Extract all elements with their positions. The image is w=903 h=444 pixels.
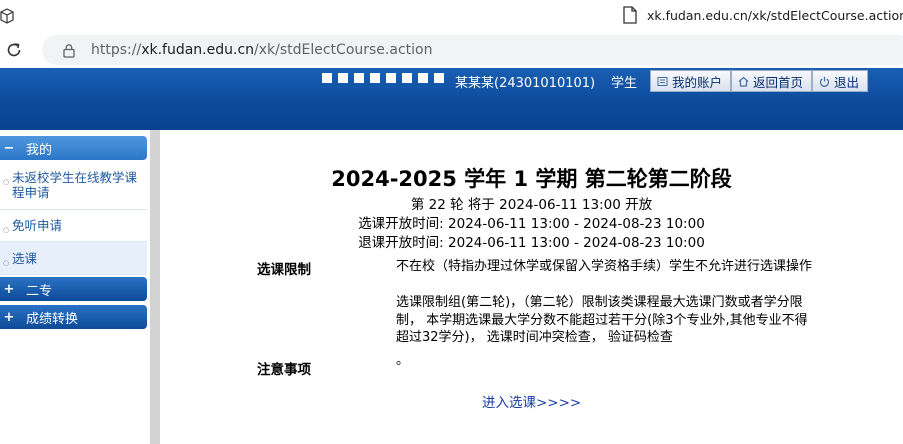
drop-open-time: 退课开放时间: 2024-06-11 13:00 - 2024-08-23 10… bbox=[358, 235, 705, 251]
home-icon bbox=[738, 76, 749, 87]
app-window-icon bbox=[0, 8, 14, 24]
url-path: /xk/stdElectCourse.action bbox=[254, 42, 433, 58]
user-role: 学生 bbox=[611, 76, 638, 91]
sidebar: − 我的 ○ 未返校学生在线教学课程申请 ○ 免听申请 ○ 选课 + 二专 + … bbox=[0, 130, 160, 444]
bullet-icon: ○ bbox=[3, 178, 10, 186]
return-home-label: 返回首页 bbox=[753, 74, 804, 90]
sidebar-item-exemption-application[interactable]: ○ 免听申请 bbox=[0, 210, 147, 242]
url-prefix: https:// bbox=[91, 42, 142, 58]
address-bar-row: https://xk.fudan.edu.cn/xk/stdElectCours… bbox=[0, 32, 903, 68]
sidebar-item-online-course-application[interactable]: ○ 未返校学生在线教学课程申请 bbox=[0, 162, 147, 210]
logout-label: 退出 bbox=[834, 74, 860, 90]
restriction-label: 选课限制 bbox=[257, 262, 311, 278]
url-host: xk.fudan.edu.cn bbox=[141, 42, 255, 58]
page-title: 2024-2025 学年 1 学期 第二轮第二阶段 bbox=[331, 167, 732, 191]
enter-course-selection-link[interactable]: 进入选课>>>> bbox=[482, 391, 581, 411]
sidebar-divider bbox=[150, 130, 160, 444]
round-info: 第 22 轮 将于 2024-06-11 13:00 开放 bbox=[410, 197, 653, 213]
bullet-icon: ○ bbox=[3, 226, 10, 234]
restriction-text-2: 选课限制组(第二轮)，（第二轮）限制该类课程最大选课门数或者学分限制， 本学期选… bbox=[396, 295, 808, 345]
tab-title: xk.fudan.edu.cn/xk/stdElectCourse.action bbox=[647, 8, 903, 23]
url-text[interactable]: https://xk.fudan.edu.cn/xk/stdElectCours… bbox=[91, 42, 432, 58]
document-icon bbox=[623, 6, 637, 24]
header-buttons: 我的账户 返回首页 退出 bbox=[650, 70, 869, 92]
bullet-icon: ○ bbox=[3, 259, 10, 267]
sidebar-group-label: 我的 bbox=[26, 142, 53, 158]
site-header: 某某某(24301010101) 学生 我的账户 返回首页 退出 bbox=[0, 68, 903, 130]
sidebar-item-label: 选课 bbox=[12, 251, 38, 266]
collapse-icon: − bbox=[3, 140, 15, 156]
sidebar-item-course-selection[interactable]: ○ 选课 bbox=[0, 242, 147, 275]
my-account-label: 我的账户 bbox=[672, 74, 723, 90]
elect-open-time: 选课开放时间: 2024-06-11 13:00 - 2024-08-23 10… bbox=[358, 216, 705, 232]
sidebar-group-mine[interactable]: − 我的 bbox=[0, 136, 147, 160]
return-home-button[interactable]: 返回首页 bbox=[731, 70, 813, 92]
sidebar-group-second-major[interactable]: + 二专 bbox=[0, 277, 147, 301]
sidebar-group-label: 成绩转换 bbox=[26, 311, 79, 327]
sidebar-group-grade-conversion[interactable]: + 成绩转换 bbox=[0, 305, 147, 329]
logout-button[interactable]: 退出 bbox=[812, 70, 869, 92]
account-icon bbox=[657, 76, 668, 86]
sidebar-item-label: 免听申请 bbox=[12, 218, 63, 233]
expand-icon: + bbox=[3, 309, 15, 325]
masked-banner-text bbox=[322, 73, 444, 83]
user-name: 某某某(24301010101) bbox=[455, 76, 596, 91]
reload-icon[interactable] bbox=[5, 41, 23, 59]
power-icon bbox=[819, 76, 830, 87]
sidebar-group-label: 二专 bbox=[26, 283, 53, 299]
notice-label: 注意事项 bbox=[257, 362, 311, 378]
restriction-text-1: 不在校（特指办理过休学或保留入学资格手续）学生不允许进行选课操作 bbox=[396, 259, 813, 274]
notice-text: 。 bbox=[396, 353, 410, 368]
lock-icon[interactable] bbox=[62, 43, 76, 58]
sidebar-item-label: 未返校学生在线教学课程申请 bbox=[12, 170, 138, 200]
my-account-button[interactable]: 我的账户 bbox=[650, 70, 732, 92]
expand-icon: + bbox=[3, 281, 15, 297]
browser-titlebar: xk.fudan.edu.cn/xk/stdElectCourse.action bbox=[0, 0, 903, 32]
